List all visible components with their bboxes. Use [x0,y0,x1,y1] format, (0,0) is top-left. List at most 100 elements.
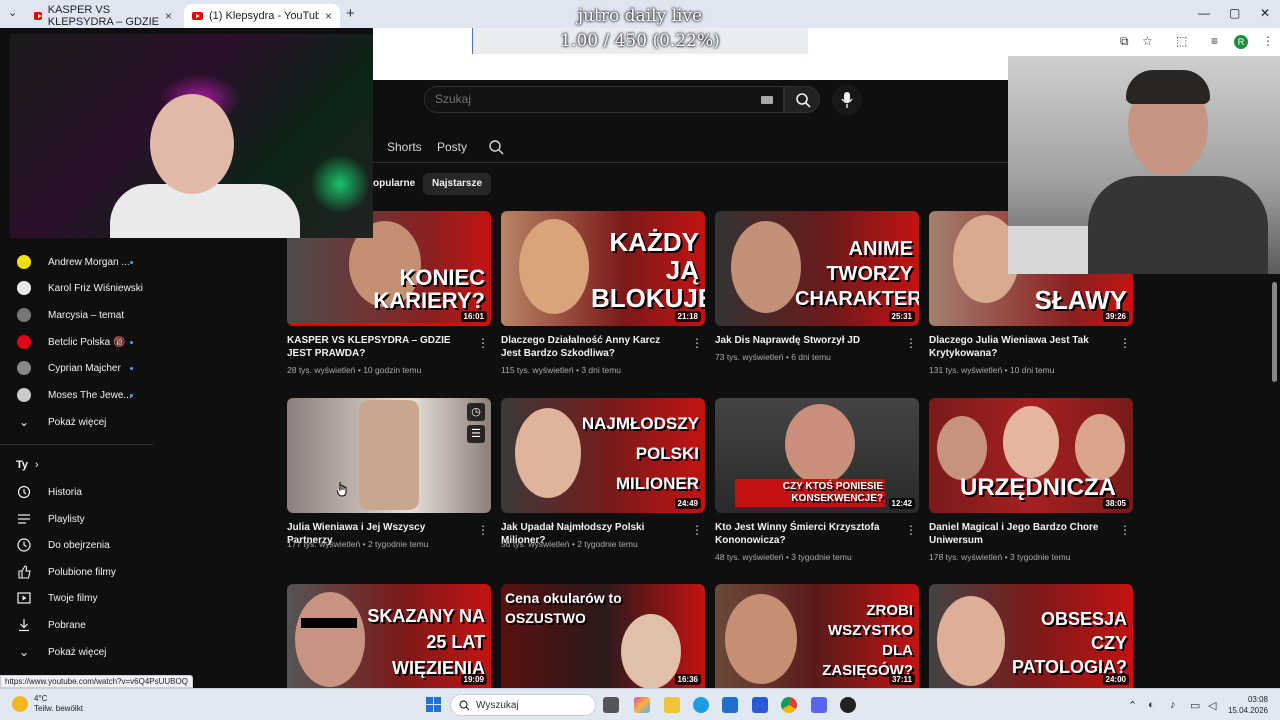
video-thumbnail[interactable]: ANIME TWORZY CHARAKTER 25:31 [715,211,919,326]
sidebar-item-subscription[interactable]: Marcysia – temat [0,303,153,327]
video-thumbnail[interactable]: NAJMŁODSZY POLSKI MILIONER 24:49 [501,398,705,513]
close-tab-icon[interactable]: × [325,9,332,23]
chrome-icon[interactable] [781,697,797,713]
video-thumbnail[interactable]: KAŻDY JĄ BLOKUJE 21:18 [501,211,705,326]
video-title[interactable]: KASPER VS KLEPSYDRA – GDZIE JEST PRAWDA? [287,334,467,360]
thumbnail-face [785,404,855,484]
new-tab-button[interactable]: + [346,5,355,22]
sidebar-item-liked[interactable]: Polubione filmy [0,560,153,584]
video-thumbnail[interactable]: OBSESJA CZY PATOLOGIA? 24:00 [929,584,1133,688]
sidebar-item-history[interactable]: Historia [0,480,153,504]
video-menu-icon[interactable]: ⋮ [691,336,703,350]
reading-list-icon[interactable]: ≡ [1211,34,1218,48]
profile-avatar[interactable]: R [1234,35,1248,49]
video-menu-icon[interactable]: ⋮ [477,336,489,350]
tray-chevron-icon[interactable]: ⌃ [1128,699,1137,712]
start-button[interactable] [426,697,442,713]
youtube-favicon-icon [34,12,42,20]
video-thumbnail[interactable]: URZĘDNICZA 38:05 [929,398,1133,513]
chip-popular[interactable]: opularne [364,173,424,195]
video-title[interactable]: Daniel Magical i Jego Bardzo Chore Uniwe… [929,521,1109,547]
maximize-button[interactable]: ▢ [1229,6,1240,20]
edge-icon[interactable] [693,697,709,713]
search-button[interactable] [784,86,820,113]
video-title[interactable]: Jak Dis Naprawdę Stworzył JD [715,334,895,347]
streamer-body [1088,176,1268,274]
video-menu-icon[interactable]: ⋮ [905,336,917,350]
video-meta: 48 tys. wyświetleń • 3 tygodnie temu [715,552,852,562]
new-content-dot [130,340,133,344]
task-view-icon[interactable] [603,697,619,713]
sidebar-item-subscription[interactable]: Betclic Polska 🔞 [0,330,153,354]
video-thumbnail[interactable]: Cena okularów to OSZUSTWO 16:36 [501,584,705,688]
video-card[interactable]: SKAZANY NA 25 LAT WIĘZIENIA 19:09 [287,584,491,688]
chip-oldest[interactable]: Najstarsze [423,173,492,195]
sidebar-item-watch-later[interactable]: Do obejrzenia [0,533,153,557]
browser-tab-kasper[interactable]: KASPER VS KLEPSYDRA – GDZIE × [26,4,180,28]
sidebar-item-subscription[interactable]: Moses The Jewe... [0,383,153,407]
sidebar-item-downloads[interactable]: Pobrane [0,613,153,637]
channel-search-icon[interactable] [487,138,505,156]
video-thumbnail[interactable]: SKAZANY NA 25 LAT WIĘZIENIA 19:09 [287,584,491,688]
display-icon[interactable]: ▭ [1190,699,1200,712]
close-window-button[interactable]: ✕ [1260,6,1270,20]
video-menu-icon[interactable]: ⋮ [905,523,917,537]
show-more-you[interactable]: ⌄ Pokaż więcej [0,640,153,664]
microphone-icon[interactable]: ♪ [1170,699,1176,711]
video-title[interactable]: Kto Jest Winny Śmierci Krzysztofa Konono… [715,521,895,547]
extensions-icon[interactable]: ⬚ [1176,34,1187,48]
thumbnail-face [519,219,589,314]
sidebar-item-label: Moses The Jewe... [48,389,132,401]
sidebar-item-subscription[interactable]: Karol Friz Wiśniewski [0,276,153,300]
video-menu-icon[interactable]: ⋮ [1119,336,1131,350]
copilot-icon[interactable] [634,697,650,713]
minimize-button[interactable]: — [1198,6,1210,20]
obs-icon[interactable] [840,697,856,713]
store-icon[interactable] [752,697,768,713]
sidebar-item-subscription[interactable]: Andrew Morgan ... [0,250,153,274]
add-to-queue-icon[interactable]: ☰ [467,425,485,443]
volume-icon[interactable]: ◁ [1208,699,1216,712]
tab-search-chevron-icon[interactable]: ⌄ [8,6,17,19]
video-card[interactable]: OBSESJA CZY PATOLOGIA? 24:00 [929,584,1133,688]
video-menu-icon[interactable]: ⋮ [691,523,703,537]
video-card[interactable]: Cena okularów to OSZUSTWO 16:36 [501,584,705,688]
file-explorer-icon[interactable] [664,697,680,713]
sidebar-you-heading[interactable]: Ty › [0,453,153,477]
browser-menu-icon[interactable]: ⋮ [1262,34,1274,48]
video-thumbnail[interactable]: ZROBI WSZYSTKO DLA ZASIĘGÓW? 37:11 [715,584,919,688]
video-menu-icon[interactable]: ⋮ [1119,523,1131,537]
video-thumbnail[interactable]: CZY KTOŚ PONIESIE KONSEKWENCJE? 12:42 [715,398,919,513]
watch-later-icon[interactable]: ◷ [467,403,485,421]
close-tab-icon[interactable]: × [165,9,172,23]
taskbar-search[interactable]: Wyszukaj [450,694,596,716]
video-thumbnail[interactable]: ◷ ☰ [287,398,491,513]
stream-overlay: jutro daily live 1.00 / 450 (0.22%) [540,4,740,54]
video-duration: 39:26 [1102,311,1129,322]
show-more-subscriptions[interactable]: ⌄ Pokaż więcej [0,410,153,434]
search-input[interactable] [435,92,735,106]
video-duration: 38:05 [1102,498,1129,509]
voice-search-button[interactable] [832,85,862,115]
tab-posts[interactable]: Posty [437,140,467,154]
clock-date: 15.04.2026 [1227,706,1268,715]
video-card[interactable]: ZROBI WSZYSTKO DLA ZASIĘGÓW? 37:11 [715,584,919,688]
tab-shorts[interactable]: Shorts [387,140,422,154]
search-box[interactable] [424,86,784,113]
discord-icon[interactable] [811,697,827,713]
sidebar-item-playlists[interactable]: Playlisty [0,507,153,531]
page-scrollbar-thumb[interactable] [1272,282,1277,382]
system-clock[interactable]: 03:08 15.04.2026 [1226,694,1268,716]
bookmark-star-icon[interactable]: ☆ [1142,34,1153,48]
thumbnail-headline: Cena okularów to OSZUSTWO [505,590,622,626]
network-icon[interactable]: ◐ [1148,699,1155,711]
sidebar-item-your-videos[interactable]: Twoje filmy [0,586,153,610]
install-app-icon[interactable]: ⧉ [1120,34,1129,49]
browser-tab-klepsydra[interactable]: (1) Klepsydra - YouTube × [184,4,340,28]
sidebar-item-subscription[interactable]: Cyprian Majcher [0,356,153,380]
video-menu-icon[interactable]: ⋮ [477,523,489,537]
keyboard-icon[interactable] [761,96,773,104]
video-title[interactable]: Dlaczego Julia Wieniawa Jest Tak Krytyko… [929,334,1109,360]
outlook-icon[interactable] [722,697,738,713]
video-title[interactable]: Dlaczego Działalność Anny Karcz Jest Bar… [501,334,681,360]
